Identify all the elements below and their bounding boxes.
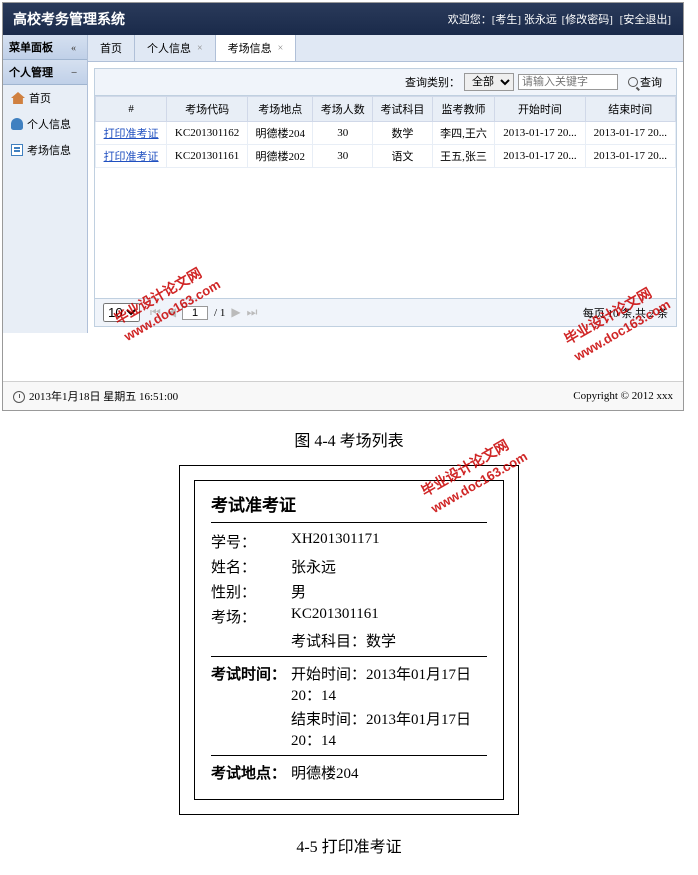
header-user-area: 欢迎您：[考生] 张永远 [修改密码] [安全退出] [448,11,673,27]
tab-exam[interactable]: 考场信息 × [216,35,297,61]
doc-icon [11,144,23,156]
logout-link[interactable]: [安全退出] [620,14,671,26]
home-icon [11,92,25,104]
search-category-select[interactable]: 全部 [464,73,514,91]
pager-summary: 每页 10 条,共 2 条 [583,305,668,321]
table-row[interactable]: 打印准考证 KC201301162 明德楼204 30 数学 李四,王六 201… [96,122,676,145]
ticket-card: 考试准考证 学号：XH201301171 姓名：张永远 性别：男 考场：KC20… [179,465,519,815]
col-code: 考场代码 [167,97,248,122]
collapse-icon[interactable] [71,42,81,52]
page-size-select[interactable]: 10 [103,303,140,322]
app-title: 高校考务管理系统 [13,9,125,29]
last-page-icon[interactable]: ⏭ [247,305,258,320]
close-icon[interactable]: × [197,43,203,54]
app-header: 高校考务管理系统 欢迎您：[考生] 张永远 [修改密码] [安全退出] [3,3,683,35]
print-ticket-link[interactable]: 打印准考证 [104,151,159,163]
page-input[interactable] [182,306,208,320]
sidebar-panel-header: 菜单面板 [3,35,87,60]
first-page-icon[interactable]: ⏮ [150,305,161,320]
person-icon [11,118,23,130]
table-row[interactable]: 打印准考证 KC201301161 明德楼202 30 语文 王五,张三 201… [96,145,676,168]
footer: 2013年1月18日 星期五 16:51:00 Copyright © 2012… [3,381,683,410]
col-action: # [96,97,167,122]
print-ticket-link[interactable]: 打印准考证 [104,128,159,140]
tab-home[interactable]: 首页 [88,35,135,61]
change-password-link[interactable]: [修改密码] [562,14,613,26]
exam-table: # 考场代码 考场地点 考场人数 考试科目 监考教师 开始时间 结束时间 [95,96,676,168]
clock-icon [13,391,25,403]
main-area: 首页 个人信息 × 考场信息 × 查询类别： 全部 [88,35,683,333]
search-button[interactable]: 查询 [622,73,668,91]
search-input[interactable] [518,74,618,90]
search-icon [628,77,638,87]
ticket-title: 考试准考证 [211,491,487,523]
copyright: Copyright © 2012 xxx [573,390,673,402]
sidebar-item-personal[interactable]: 个人信息 [3,111,87,137]
col-subject: 考试科目 [373,97,433,122]
figure-caption-2: 4-5 打印准考证 [0,815,698,875]
close-icon[interactable]: × [278,43,284,54]
sidebar-item-home[interactable]: 首页 [3,85,87,111]
next-page-icon[interactable]: ▶ [231,305,240,320]
pagination: 10 ⏮ ◀ / 1 ▶ ⏭ 每页 10 条,共 2 条 [95,298,676,326]
col-num: 考场人数 [313,97,373,122]
prev-page-icon[interactable]: ◀ [167,305,176,320]
figure-caption-1: 图 4-4 考场列表 [0,413,698,465]
sidebar: 菜单面板 个人管理 首页 个人信息 考场信息 [3,35,88,333]
search-bar: 查询类别： 全部 查询 [95,69,676,96]
minus-icon[interactable] [71,67,81,77]
col-end: 结束时间 [585,97,675,122]
tab-bar: 首页 个人信息 × 考场信息 × [88,35,683,62]
col-place: 考场地点 [248,97,313,122]
sidebar-group-header: 个人管理 [3,60,87,85]
tab-personal[interactable]: 个人信息 × [135,35,216,61]
col-start: 开始时间 [495,97,585,122]
sidebar-item-exam[interactable]: 考场信息 [3,137,87,163]
col-teacher: 监考教师 [432,97,495,122]
